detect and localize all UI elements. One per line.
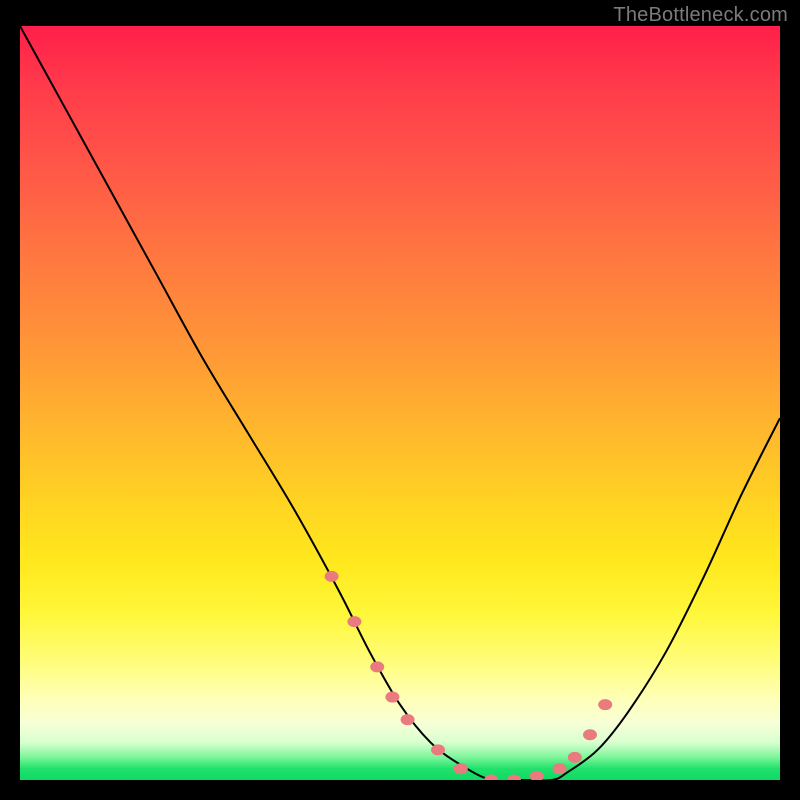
curve-svg <box>20 26 780 780</box>
marker-dot <box>484 775 498 781</box>
marker-dot <box>431 744 445 755</box>
marker-dot <box>507 775 521 781</box>
highlighted-points <box>325 571 613 780</box>
marker-dot <box>583 729 597 740</box>
marker-dot <box>454 763 468 774</box>
marker-dot <box>568 752 582 763</box>
marker-dot <box>401 714 415 725</box>
marker-dot <box>598 699 612 710</box>
watermark-text: TheBottleneck.com <box>613 4 788 27</box>
marker-dot <box>530 771 544 780</box>
marker-dot <box>553 763 567 774</box>
chart-frame: TheBottleneck.com <box>0 0 800 800</box>
marker-dot <box>385 692 399 703</box>
bottleneck-curve <box>20 26 780 780</box>
marker-dot <box>325 571 339 582</box>
marker-dot <box>347 616 361 627</box>
marker-dot <box>370 661 384 672</box>
plot-area <box>20 26 780 780</box>
